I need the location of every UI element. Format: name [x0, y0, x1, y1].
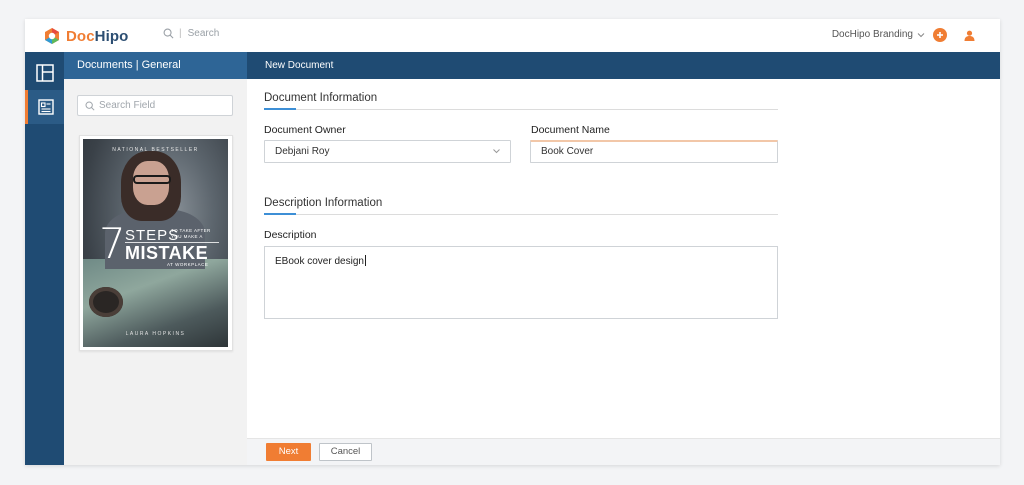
- document-name-label: Document Name: [531, 124, 610, 136]
- field-search-placeholder: Search Field: [99, 100, 156, 111]
- global-search-placeholder[interactable]: Search: [188, 28, 220, 39]
- document-information-title: Document Information: [264, 92, 378, 104]
- document-thumbnail[interactable]: NATIONAL BESTSELLER 7 STEPS TO TAKE AFTE…: [79, 135, 233, 351]
- user-icon: [964, 30, 974, 41]
- cover-top-text: NATIONAL BESTSELLER: [112, 147, 199, 153]
- field-search-input[interactable]: Search Field: [77, 95, 233, 116]
- section-divider: [264, 213, 778, 215]
- next-button[interactable]: Next: [266, 443, 311, 461]
- top-bar: DocHipo | Search DocHipo Branding: [25, 19, 1000, 53]
- left-rail: [25, 52, 64, 465]
- app-window: DocHipo | Search DocHipo Branding Docume…: [25, 19, 1000, 465]
- cover-number: 7: [99, 219, 126, 268]
- section-accent: [264, 213, 296, 215]
- logo-text: DocHipo: [66, 28, 128, 45]
- brand-menu-label: DocHipo Branding: [831, 29, 913, 40]
- cancel-button[interactable]: Cancel: [319, 443, 372, 461]
- cover-workplace: AT WORKPLACE: [167, 262, 209, 267]
- logo-text-doc: Doc: [66, 27, 95, 45]
- global-search[interactable]: | Search: [163, 28, 219, 39]
- logo-text-hipo: Hipo: [94, 27, 129, 45]
- plus-icon: [937, 32, 943, 38]
- cover-cup: [89, 287, 123, 317]
- text-caret: [364, 255, 366, 266]
- search-separator: |: [179, 28, 182, 39]
- document-name-input[interactable]: Book Cover: [530, 140, 778, 163]
- cover-small-text: TO TAKE AFTER YOU MAKE A: [171, 228, 211, 239]
- section-divider: [264, 108, 778, 110]
- document-form-icon: [38, 99, 54, 115]
- cover-author: LAURA HOPKINS: [125, 331, 186, 337]
- description-value: EBook cover design: [275, 256, 364, 267]
- section-accent: [264, 108, 296, 110]
- main-content: New Document Document Information Docume…: [247, 52, 1000, 465]
- description-information-title: Description Information: [264, 197, 383, 209]
- form-footer: Next Cancel: [247, 438, 1000, 465]
- book-cover-image: NATIONAL BESTSELLER 7 STEPS TO TAKE AFTE…: [83, 139, 228, 347]
- page-title: New Document: [247, 52, 1000, 79]
- rail-item-layout[interactable]: [25, 56, 64, 90]
- description-textarea[interactable]: EBook cover design: [264, 246, 778, 319]
- rail-item-document-form[interactable]: [25, 90, 64, 124]
- search-icon: [85, 101, 95, 111]
- cover-mistake: MISTAKE: [125, 243, 209, 263]
- documents-panel: Documents | General Search Field NATIONA…: [64, 52, 247, 465]
- add-button[interactable]: [933, 28, 947, 42]
- layout-icon: [35, 64, 54, 82]
- chevron-down-icon: [493, 149, 500, 154]
- user-menu-button[interactable]: [962, 28, 976, 42]
- panel-header: Documents | General: [64, 52, 247, 79]
- brand-menu[interactable]: DocHipo Branding: [832, 29, 925, 40]
- chevron-down-icon: [917, 32, 925, 37]
- document-owner-value: Debjani Roy: [275, 146, 330, 157]
- cover-title: 7 STEPS TO TAKE AFTER YOU MAKE A MISTAKE…: [99, 219, 219, 271]
- dochipo-logo-icon: [45, 28, 59, 44]
- description-label: Description: [264, 229, 317, 241]
- document-owner-select[interactable]: Debjani Roy: [264, 140, 511, 163]
- document-owner-label: Document Owner: [264, 124, 346, 136]
- search-icon: [163, 28, 174, 39]
- document-name-value: Book Cover: [541, 146, 594, 157]
- cover-glasses: [133, 175, 171, 184]
- dochipo-logo[interactable]: DocHipo: [43, 26, 128, 46]
